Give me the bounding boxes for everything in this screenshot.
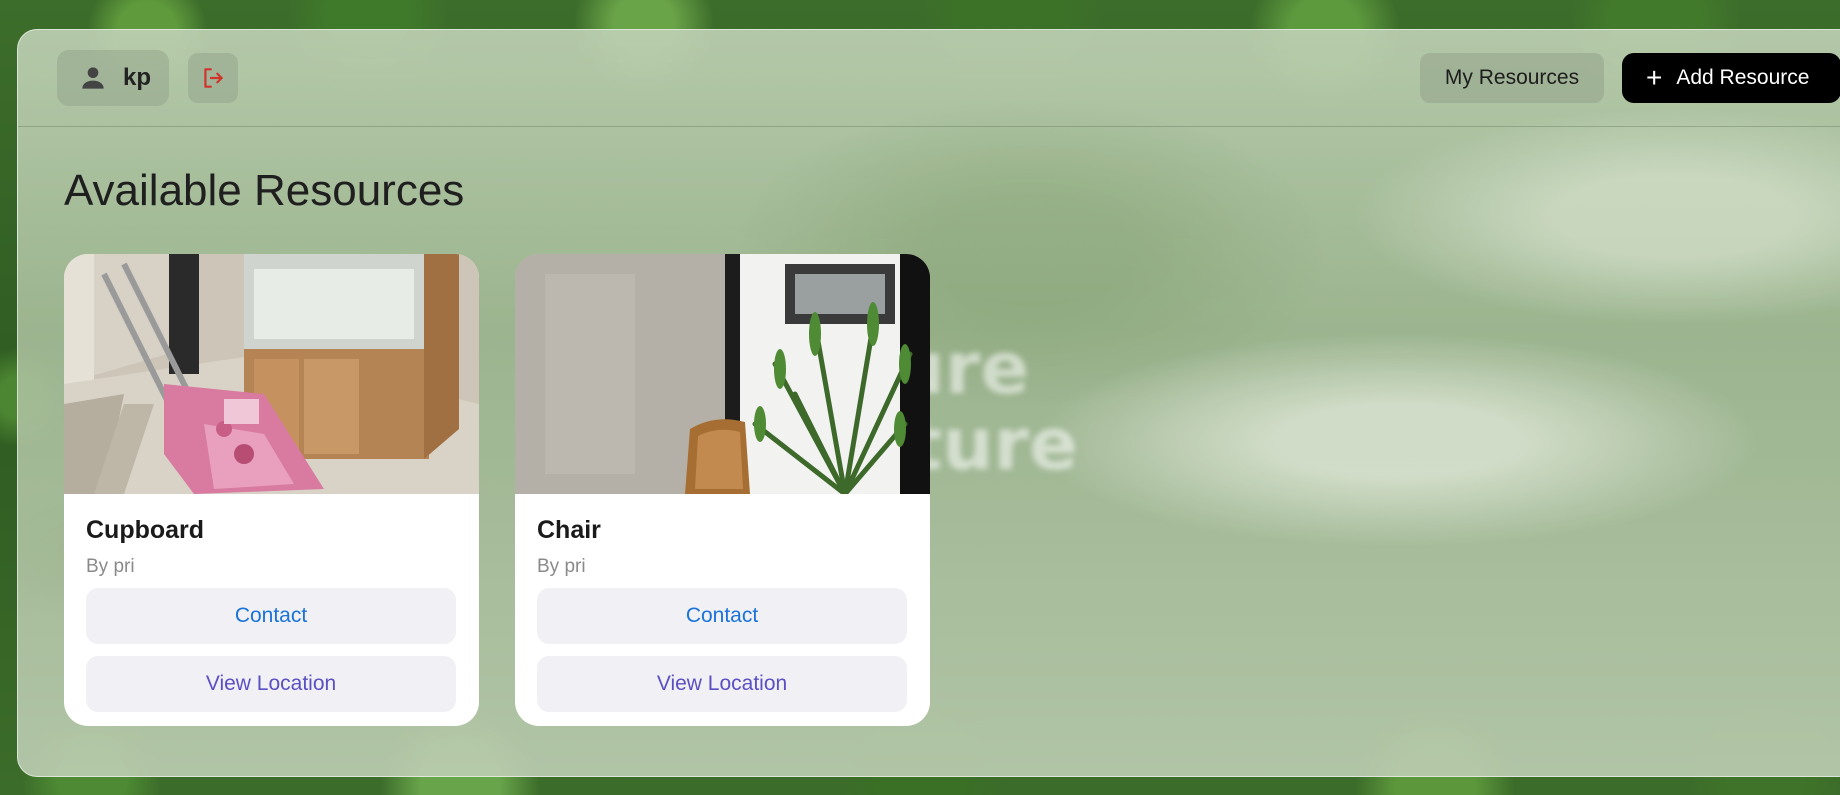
chair-photo	[515, 254, 930, 494]
page-title: Available Resources	[64, 166, 465, 215]
user-name: kp	[123, 64, 152, 91]
card-title: Cupboard	[86, 516, 205, 544]
user-profile-chip[interactable]: kp	[57, 50, 169, 106]
card-title: Chair	[537, 516, 601, 544]
view-location-button[interactable]: View Location	[537, 656, 907, 712]
logout-icon	[204, 68, 223, 88]
my-resources-button[interactable]: My Resources	[1420, 53, 1604, 103]
resource-card: Chair By pri Contact View Location	[515, 254, 930, 726]
add-resource-button[interactable]: + Add Resource	[1622, 53, 1840, 103]
plus-icon: +	[1646, 62, 1663, 93]
card-owner: By pri	[537, 556, 586, 577]
view-location-button[interactable]: View Location	[86, 656, 456, 712]
add-resource-label: Add Resource	[1676, 66, 1810, 89]
card-owner: By pri	[86, 556, 135, 577]
resource-card: Cupboard By pri Contact View Location	[64, 254, 479, 726]
top-bar: kp My Resources + Add Resource	[18, 30, 1840, 127]
person-icon	[82, 67, 104, 89]
contact-button[interactable]: Contact	[537, 588, 907, 644]
cupboard-photo	[64, 254, 479, 494]
glass-panel: uture nature kp My Resources + Add Resou…	[17, 29, 1840, 777]
contact-button[interactable]: Contact	[86, 588, 456, 644]
logout-button[interactable]	[188, 53, 238, 103]
my-resources-label: My Resources	[1444, 66, 1580, 89]
